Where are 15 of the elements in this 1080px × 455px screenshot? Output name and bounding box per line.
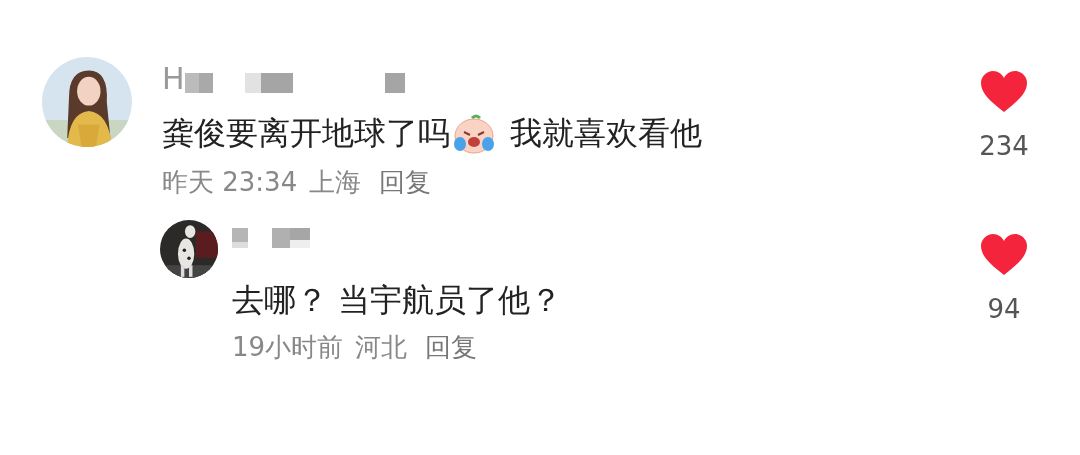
reply-link[interactable]: 回复 xyxy=(379,165,432,200)
location-label: 河北 xyxy=(355,331,408,364)
comment-text: 我就喜欢看他 xyxy=(510,113,702,154)
like-count: 234 xyxy=(979,131,1029,161)
username[interactable]: H xyxy=(162,64,185,94)
crying-face-icon xyxy=(452,114,496,154)
comment-text: 龚俊要离开地球了吗 xyxy=(162,113,450,154)
reply-link[interactable]: 回复 xyxy=(425,330,478,365)
heart-icon[interactable] xyxy=(980,234,1028,276)
heart-icon[interactable] xyxy=(980,71,1028,113)
timestamp: 19小时前 xyxy=(232,331,344,364)
location-label: 上海 xyxy=(309,166,362,199)
like-count: 94 xyxy=(987,294,1021,324)
comment-text: 去哪？ 当宇航员了他？ xyxy=(232,280,563,321)
timestamp: 昨天 23:34 xyxy=(162,166,298,199)
